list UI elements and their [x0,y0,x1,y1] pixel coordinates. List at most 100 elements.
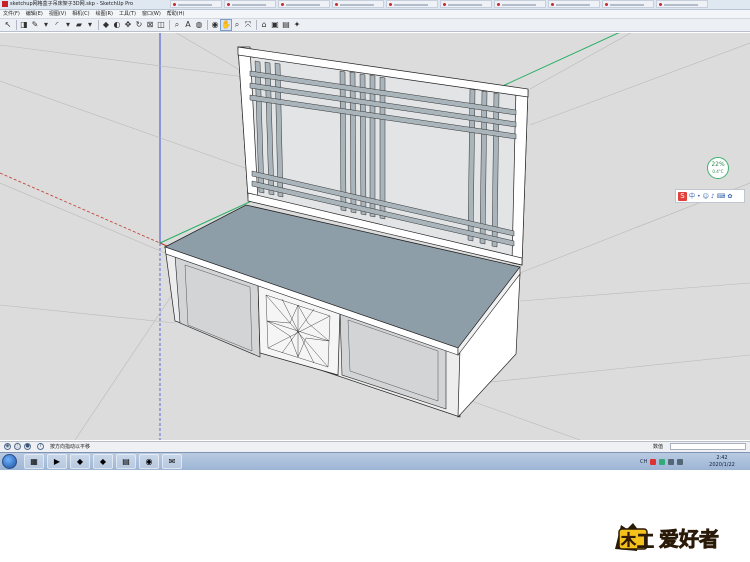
push-pull-icon[interactable]: ◆ [101,20,111,30]
menu-edit[interactable]: 编辑(E) [23,10,46,18]
background-tab[interactable] [278,0,330,8]
select-tool-icon[interactable]: ↖ [3,20,13,30]
app-icon [2,1,8,7]
clock-date: 2020/1/22 [709,462,735,468]
text-tool-icon[interactable]: A [183,20,193,30]
tab-favicon-icon [335,3,338,6]
taskbar-app-sketchup-icon[interactable]: ◆ [70,454,90,469]
toolbar-separator [98,20,99,30]
menu-file[interactable]: 文件(F) [0,10,23,18]
tab-favicon-icon [389,3,392,6]
tab-favicon-icon [497,3,500,6]
status-bar: ◉ ⓘ ● ? 按方向指动以平移 数值 [0,441,750,452]
menu-help[interactable]: 帮助(H) [164,10,188,18]
windows-taskbar: ▦ ▶ ◆ ◆ ▤ ◉ ✉ CH 2:42 2020/1/22 [0,452,750,470]
move-tool-icon[interactable]: ✥ [123,20,133,30]
follow-me-icon[interactable]: ◐ [112,20,122,30]
measurements-input[interactable] [670,443,746,450]
shape-tool-icon[interactable]: ▰ [74,20,84,30]
woodworking-logo: 木 工 爱好者 [615,523,719,552]
pan-tool-icon[interactable]: ✋ [220,19,232,31]
arc-tool-icon[interactable]: ◜ [52,20,62,30]
input-language[interactable]: CH [640,453,647,470]
title-bar: sketchup网格盒子吊床架子3D网.skp - SketchUp Pro [0,0,750,10]
dropdown-icon[interactable]: ▾ [63,20,73,30]
rotate-tool-icon[interactable]: ↻ [134,20,144,30]
toolbar-separator [16,20,17,30]
background-tabs [170,0,708,9]
zoom-indicator: 22% 0.4°C [707,157,729,179]
system-clock[interactable]: 2:42 2020/1/22 [700,455,744,469]
menu-tools[interactable]: 工具(T) [116,10,139,18]
taskbar-app-wechat-icon[interactable]: ✉ [162,454,182,469]
scale-tool-icon[interactable]: ⊠ [145,20,155,30]
voice-icon[interactable]: ♪ [711,192,715,201]
toolbar-separator [207,20,208,30]
tab-title-placeholder [394,4,428,6]
taskbar-app-360-icon[interactable]: ◉ [139,454,159,469]
sketchup-window: sketchup网格盒子吊床架子3D网.skp - SketchUp Pro 文… [0,0,750,470]
taskbar-app-explorer-icon[interactable]: ▤ [116,454,136,469]
security-tray-icon[interactable] [659,459,666,465]
punctuation-icon[interactable]: • [697,192,701,201]
extension-manager-icon[interactable]: ✦ [292,20,302,30]
tab-title-placeholder [232,4,266,6]
system-tray: CH [640,453,684,470]
background-tab[interactable] [332,0,384,8]
volume-tray-icon[interactable] [677,459,684,465]
tab-favicon-icon [173,3,176,6]
chinese-mode-icon[interactable]: 中 [689,192,695,201]
extension-warehouse-icon[interactable]: ▣ [270,20,280,30]
zoom-tool-icon[interactable]: ⌕ [232,20,242,30]
drawing-viewport[interactable]: 22% 0.4°C [0,33,750,440]
emoji-icon[interactable]: ☺ [703,192,709,201]
credits-icon[interactable]: ⓘ [14,443,21,450]
paint-bucket-icon[interactable]: ◍ [194,20,204,30]
taskbar-app-color-picker-icon[interactable]: ▦ [24,454,44,469]
background-tab[interactable] [170,0,222,8]
skin-icon[interactable]: ✿ [727,192,732,201]
keyboard-icon[interactable]: ⌨ [717,192,726,201]
menu-window[interactable]: 窗口(W) [139,10,164,18]
network-tray-icon[interactable] [668,459,675,465]
eraser-tool-icon[interactable]: ◨ [19,20,29,30]
sogou-tray-icon[interactable] [650,459,657,465]
toolbar-separator [256,20,257,30]
background-tab[interactable] [224,0,276,8]
background-tab[interactable] [494,0,546,8]
logo-char-gong: 工 [637,532,654,552]
background-tab[interactable] [386,0,438,8]
tab-title-placeholder [556,4,590,6]
menu-camera[interactable]: 相机(C) [69,10,92,18]
menu-view[interactable]: 视图(V) [46,10,69,18]
geo-location-icon[interactable]: ◉ [4,443,11,450]
dropdown-icon[interactable]: ▾ [41,20,51,30]
pencil-tool-icon[interactable]: ✎ [30,20,40,30]
taskbar-app-sketchup2-icon[interactable]: ◆ [93,454,113,469]
tab-title-placeholder [610,4,644,6]
user-icon[interactable]: ● [24,443,31,450]
offset-tool-icon[interactable]: ◫ [156,20,166,30]
menu-draw[interactable]: 绘图(R) [93,10,116,18]
menu-bar: 文件(F) 编辑(E) 视图(V) 相机(C) 绘图(R) 工具(T) 窗口(W… [0,10,750,19]
model-canvas [0,33,750,440]
tab-favicon-icon [281,3,284,6]
tape-measure-icon[interactable]: ⌕ [172,20,182,30]
background-tab[interactable] [548,0,600,8]
background-tab[interactable] [656,0,708,8]
measurements-label: 数值 [653,444,664,450]
start-button[interactable] [2,454,17,469]
zoom-extents-icon[interactable]: ⤧ [243,20,253,30]
tab-favicon-icon [551,3,554,6]
dropdown-icon[interactable]: ▾ [85,20,95,30]
warehouse-icon[interactable]: ⌂ [259,20,269,30]
layout-icon[interactable]: ▤ [281,20,291,30]
help-icon[interactable]: ? [37,443,44,450]
background-tab[interactable] [440,0,492,8]
taskbar-apps: ▦ ▶ ◆ ◆ ▤ ◉ ✉ [24,454,182,469]
orbit-tool-icon[interactable]: ◉ [210,20,220,30]
taskbar-app-media-icon[interactable]: ▶ [47,454,67,469]
zoom-percent: 22% [711,161,725,168]
background-tab[interactable] [602,0,654,8]
ime-toolbar[interactable]: S 中 • ☺ ♪ ⌨ ✿ [675,189,745,203]
